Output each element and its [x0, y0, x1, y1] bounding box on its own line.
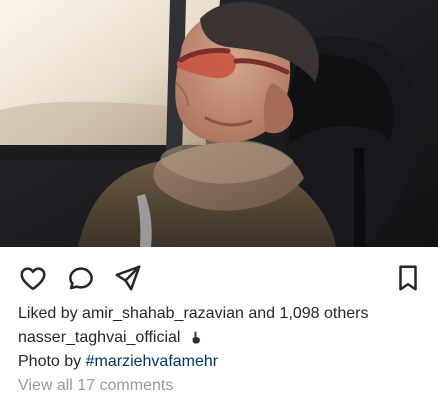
photo-by-label: Photo by: [18, 353, 82, 370]
seat-post: [354, 148, 366, 247]
heart-icon-svg: [20, 267, 46, 290]
photo-illustration: [0, 0, 438, 247]
likes-line: Liked by amir_shahab_razavian and 1,098 …: [18, 302, 426, 326]
comment-icon-svg: [69, 267, 93, 290]
send-icon-svg: [115, 265, 141, 291]
caption-line: nasser_taghvai_official: [18, 326, 426, 350]
post-photo[interactable]: [0, 0, 438, 247]
post-meta: Liked by amir_shahab_razavian and 1,098 …: [18, 302, 426, 398]
liked-by-and: and: [248, 305, 276, 322]
view-all-comments-link[interactable]: View all 17 comments: [18, 374, 426, 398]
liked-by-count[interactable]: 1,098: [280, 305, 320, 322]
pointing-up-icon: [192, 331, 200, 344]
bookmark-icon[interactable]: [393, 263, 423, 293]
instagram-post: Liked by amir_shahab_razavian and 1,098 …: [0, 0, 438, 401]
liked-by-user-link[interactable]: amir_shahab_razavian: [82, 305, 244, 322]
bookmark-icon-svg: [399, 265, 417, 291]
photo-by-hashtag-link[interactable]: #marziehvafamehr: [86, 353, 219, 370]
liked-by-prefix: Liked by: [18, 305, 78, 322]
photo-by-line: Photo by #marziehvafamehr: [18, 350, 426, 374]
caption-username-link[interactable]: nasser_taghvai_official: [18, 329, 180, 346]
comment-icon[interactable]: [66, 263, 96, 293]
send-icon[interactable]: [113, 263, 143, 293]
heart-icon[interactable]: [18, 263, 48, 293]
liked-by-suffix[interactable]: others: [324, 305, 368, 322]
post-actions: [0, 247, 438, 302]
